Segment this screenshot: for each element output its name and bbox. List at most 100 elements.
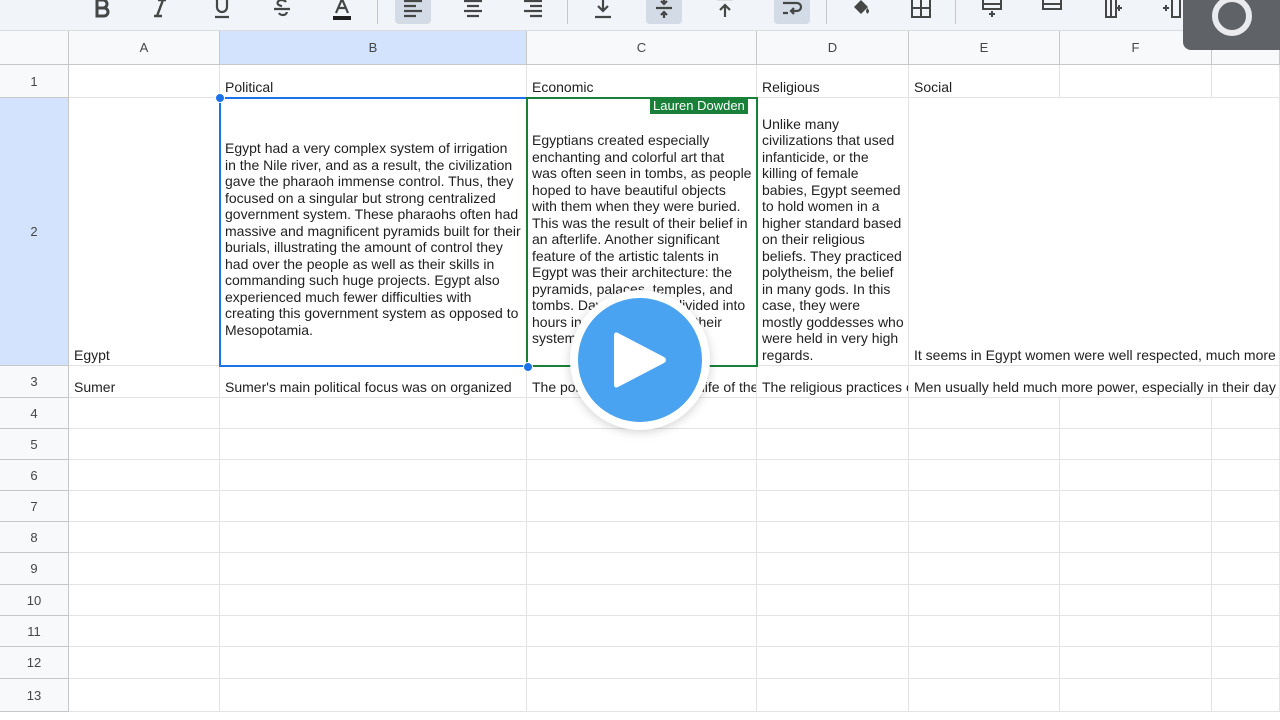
cell-g9[interactable] [1212, 553, 1280, 585]
cell-b12[interactable] [220, 647, 527, 679]
cell-a3[interactable]: Sumer [69, 366, 220, 398]
cell-a2[interactable]: Egypt [69, 98, 220, 366]
cell-f8[interactable] [1060, 522, 1212, 553]
cell-g11[interactable] [1212, 616, 1280, 647]
cell-g12[interactable] [1212, 647, 1280, 679]
cell-d3[interactable]: The religious practices of [757, 366, 909, 398]
insert-row-icon[interactable] [974, 0, 1010, 24]
cell-f5[interactable] [1060, 429, 1212, 460]
insert-cells-icon[interactable] [1096, 0, 1132, 24]
cell-d11[interactable] [757, 616, 909, 647]
strikethrough-icon[interactable] [264, 0, 300, 24]
cell-f1[interactable] [1060, 65, 1212, 98]
fill-color-icon[interactable] [843, 0, 879, 24]
cell-e1[interactable]: Social [909, 65, 1060, 98]
cell-d8[interactable] [757, 522, 909, 553]
cell-b6[interactable] [220, 460, 527, 491]
cell-b5[interactable] [220, 429, 527, 460]
selection-handle-top[interactable] [215, 93, 225, 103]
cell-d1[interactable]: Religious [757, 65, 909, 98]
cell-a1[interactable] [69, 65, 220, 98]
cell-b8[interactable] [220, 522, 527, 553]
cell-b13[interactable] [220, 679, 527, 712]
valign-top-icon[interactable] [707, 0, 743, 24]
cell-g10[interactable] [1212, 585, 1280, 616]
row-header-2[interactable]: 2 [0, 98, 69, 366]
row-header-4[interactable]: 4 [0, 398, 69, 429]
cell-c9[interactable] [527, 553, 757, 585]
cell-g5[interactable] [1212, 429, 1280, 460]
cell-d9[interactable] [757, 553, 909, 585]
cell-e11[interactable] [909, 616, 1060, 647]
cell-c10[interactable] [527, 585, 757, 616]
cell-d13[interactable] [757, 679, 909, 712]
cell-f13[interactable] [1060, 679, 1212, 712]
cell-b10[interactable] [220, 585, 527, 616]
row-header-13[interactable]: 13 [0, 679, 69, 712]
cell-e12[interactable] [909, 647, 1060, 679]
cell-e7[interactable] [909, 491, 1060, 522]
insert-column-icon[interactable] [1034, 0, 1070, 24]
row-header-9[interactable]: 9 [0, 553, 69, 585]
cell-d2[interactable]: Unlike many civilizations that used infa… [757, 98, 909, 366]
cell-a12[interactable] [69, 647, 220, 679]
cell-b4[interactable] [220, 398, 527, 429]
cell-g4[interactable] [1212, 398, 1280, 429]
cell-c11[interactable] [527, 616, 757, 647]
cell-a8[interactable] [69, 522, 220, 553]
cell-c6[interactable] [527, 460, 757, 491]
cell-a10[interactable] [69, 585, 220, 616]
cell-e2[interactable]: It seems in Egypt women were well respec… [909, 98, 1276, 366]
cell-f2[interactable] [1060, 98, 1212, 366]
row-header-8[interactable]: 8 [0, 522, 69, 553]
cell-d5[interactable] [757, 429, 909, 460]
cell-b1[interactable]: Political [220, 65, 527, 98]
cell-a5[interactable] [69, 429, 220, 460]
row-header-6[interactable]: 6 [0, 460, 69, 491]
text-wrap-icon[interactable] [774, 0, 810, 24]
cell-g2[interactable] [1212, 98, 1280, 366]
cell-e8[interactable] [909, 522, 1060, 553]
italic-icon[interactable] [142, 0, 178, 24]
cell-f9[interactable] [1060, 553, 1212, 585]
column-header-c[interactable]: C [527, 31, 757, 65]
cell-e10[interactable] [909, 585, 1060, 616]
cell-d10[interactable] [757, 585, 909, 616]
cell-f7[interactable] [1060, 491, 1212, 522]
cell-b9[interactable] [220, 553, 527, 585]
cell-c7[interactable] [527, 491, 757, 522]
cell-b2[interactable]: Egypt had a very complex system of irrig… [220, 98, 527, 366]
cell-a9[interactable] [69, 553, 220, 585]
cell-a4[interactable] [69, 398, 220, 429]
underline-icon[interactable] [204, 0, 240, 24]
cell-e3[interactable]: Men usually held much more power, especi… [909, 366, 1276, 398]
row-header-10[interactable]: 10 [0, 585, 69, 616]
row-header-5[interactable]: 5 [0, 429, 69, 460]
column-header-b[interactable]: B [220, 31, 527, 65]
cell-c12[interactable] [527, 647, 757, 679]
cell-g13[interactable] [1212, 679, 1280, 712]
select-all-corner[interactable] [0, 31, 69, 65]
borders-icon[interactable] [903, 0, 939, 24]
cell-c8[interactable] [527, 522, 757, 553]
cell-e9[interactable] [909, 553, 1060, 585]
play-button[interactable] [570, 290, 710, 430]
cell-d12[interactable] [757, 647, 909, 679]
avatar[interactable] [1183, 0, 1280, 50]
cell-f11[interactable] [1060, 616, 1212, 647]
cell-g6[interactable] [1212, 460, 1280, 491]
align-right-icon[interactable] [515, 0, 551, 24]
cell-g7[interactable] [1212, 491, 1280, 522]
bold-icon[interactable] [84, 0, 120, 24]
valign-middle-icon[interactable] [646, 0, 682, 24]
valign-bottom-icon[interactable] [585, 0, 621, 24]
column-header-d[interactable]: D [757, 31, 909, 65]
cell-e6[interactable] [909, 460, 1060, 491]
cell-g8[interactable] [1212, 522, 1280, 553]
cell-e5[interactable] [909, 429, 1060, 460]
column-header-e[interactable]: E [909, 31, 1060, 65]
cell-a6[interactable] [69, 460, 220, 491]
selection-handle-bottom[interactable] [523, 362, 533, 372]
row-header-11[interactable]: 11 [0, 616, 69, 647]
cell-c1[interactable]: Economic [527, 65, 757, 98]
